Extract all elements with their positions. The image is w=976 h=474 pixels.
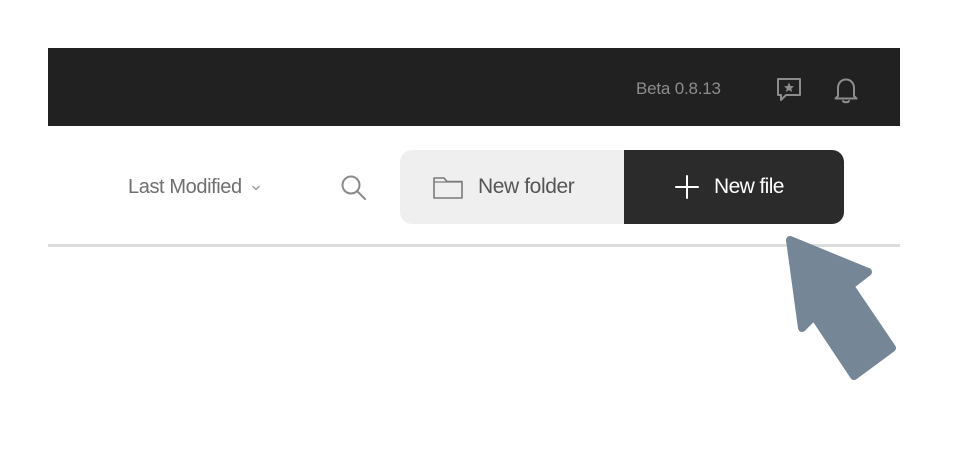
- sort-dropdown[interactable]: Last Modified: [128, 176, 262, 199]
- version-label: Beta 0.8.13: [636, 79, 721, 98]
- new-folder-label: New folder: [478, 175, 575, 198]
- search-button[interactable]: [336, 170, 372, 206]
- create-actions: New folder New file: [400, 150, 844, 224]
- new-file-label: New file: [714, 175, 784, 198]
- screen: Beta 0.8.13 Last Modified New folder New…: [0, 0, 976, 474]
- sort-label: Last Modified: [128, 176, 242, 198]
- chevron-down-icon: [252, 185, 260, 190]
- file-toolbar: Last Modified New folder New file: [48, 126, 900, 244]
- notifications-button[interactable]: [830, 74, 862, 106]
- folder-icon: [433, 177, 463, 199]
- feedback-icon: [777, 78, 801, 101]
- new-file-button[interactable]: New file: [624, 150, 844, 224]
- bell-icon: [834, 78, 858, 104]
- new-folder-button[interactable]: New folder: [400, 150, 624, 224]
- plus-icon: [675, 175, 699, 199]
- pointer-arrow-icon: [786, 236, 896, 380]
- top-bar: Beta 0.8.13: [48, 48, 900, 126]
- search-icon: [341, 175, 366, 200]
- feedback-button[interactable]: [772, 75, 806, 105]
